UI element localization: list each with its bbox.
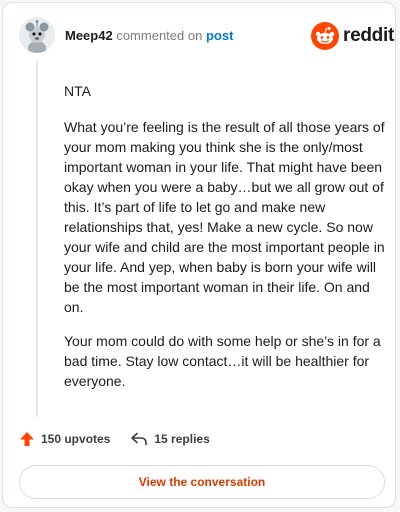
replies-button[interactable]: 15 replies	[130, 432, 210, 446]
comment-body: NTA What you’re feeling is the result of…	[64, 81, 386, 405]
comment-paragraph: What you’re feeling is the result of all…	[64, 119, 385, 315]
username[interactable]: Meep42	[65, 28, 113, 43]
upvote-button[interactable]: 150 upvotes	[19, 431, 110, 447]
reply-arrow-icon	[131, 432, 148, 446]
action-text: commented on	[116, 28, 203, 43]
comment-card: Meep42 commented on post reddit NTA What…	[2, 2, 396, 508]
reddit-wordmark: reddit	[343, 25, 394, 46]
post-link[interactable]: post	[206, 28, 233, 43]
upvote-count: 150 upvotes	[41, 432, 111, 446]
view-conversation-button[interactable]: View the conversation	[19, 465, 385, 499]
reply-count: 15 replies	[154, 432, 210, 446]
comment-paragraph: Your mom could do with some help or she’…	[64, 333, 381, 389]
comment-stats: 150 upvotes 15 replies	[19, 431, 210, 447]
reddit-snoo-icon	[311, 22, 339, 50]
reddit-logo[interactable]: reddit	[311, 21, 394, 51]
thread-line	[36, 61, 38, 417]
snoo-avatar-icon	[19, 17, 55, 53]
comment-paragraph: NTA	[64, 83, 91, 99]
avatar[interactable]	[19, 17, 55, 53]
upvote-arrow-icon	[20, 432, 34, 446]
comment-header: Meep42 commented on post	[65, 28, 233, 44]
